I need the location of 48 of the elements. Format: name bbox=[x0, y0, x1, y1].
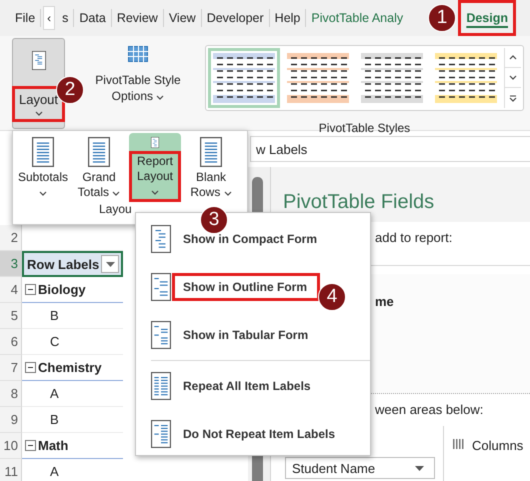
area-label: Columns bbox=[472, 438, 524, 453]
row-number: 5 bbox=[0, 303, 22, 329]
ribbon-tab[interactable]: s bbox=[57, 9, 74, 27]
row-number: 11 bbox=[0, 459, 22, 481]
style-options-button[interactable]: PivotTable Style Options bbox=[87, 36, 189, 130]
cell-text: B bbox=[50, 308, 59, 323]
group-label: Layou bbox=[99, 202, 132, 216]
layout-option-button[interactable]: Blank Rows bbox=[185, 133, 237, 202]
ribbon-tab[interactable]: Design bbox=[458, 0, 516, 36]
layout-option-button[interactable]: Report Layout bbox=[129, 133, 181, 202]
cell-text: Row Labels bbox=[27, 256, 100, 272]
ribbon-tab[interactable]: Developer bbox=[202, 9, 270, 27]
cell-text: B bbox=[50, 412, 59, 427]
ribbon-tab[interactable]: Help bbox=[270, 9, 306, 27]
row-number: 2 bbox=[0, 225, 22, 251]
row-number: 6 bbox=[0, 329, 22, 355]
field-name[interactable]: me bbox=[375, 294, 394, 309]
layout-option-button[interactable]: Grand Totals bbox=[73, 133, 125, 202]
scroll-tabs-button[interactable]: ‹ bbox=[43, 6, 56, 30]
formula-bar-field[interactable]: w Labels bbox=[250, 136, 530, 162]
ribbon-tab[interactable]: File bbox=[10, 9, 42, 27]
ribbon-tab[interactable]: View bbox=[164, 9, 202, 27]
menu-item[interactable]: Show in Tabular Form bbox=[136, 311, 370, 359]
menu-item[interactable]: Repeat All Item Labels bbox=[136, 362, 370, 410]
field-dropdown[interactable]: Student Name bbox=[285, 457, 435, 479]
row-number: 4 bbox=[0, 277, 22, 303]
pane-title: PivotTable Fields bbox=[283, 191, 434, 214]
pane-instruction: ween areas below: bbox=[375, 402, 484, 417]
cell-text: A bbox=[50, 464, 59, 479]
layout-option-button[interactable]: Subtotals bbox=[17, 133, 69, 202]
layout-button[interactable]: Layout bbox=[12, 38, 65, 129]
row-number: 10 bbox=[0, 433, 22, 459]
row-number: 8 bbox=[0, 381, 22, 407]
row-number: 3 bbox=[0, 251, 22, 277]
group-label: PivotTable Styles bbox=[318, 121, 410, 135]
ribbon-tab[interactable]: PivotTable Analy bbox=[306, 9, 408, 27]
table-cell[interactable]: Row Labels bbox=[22, 251, 123, 277]
ribbon-tab[interactable]: Data bbox=[74, 9, 112, 27]
menu-item[interactable]: Do Not Repeat Item Labels bbox=[136, 410, 370, 458]
cell-text: Biology bbox=[38, 282, 86, 297]
pane-instruction: add to report: bbox=[375, 230, 452, 245]
row-number: 7 bbox=[0, 355, 22, 381]
cell-text: Math bbox=[38, 438, 68, 453]
row-number: 9 bbox=[0, 407, 22, 433]
ribbon-tab[interactable]: Review bbox=[112, 9, 164, 27]
cell-text: C bbox=[50, 334, 60, 349]
cell-text: Chemistry bbox=[38, 360, 102, 375]
cell-text: A bbox=[50, 386, 59, 401]
